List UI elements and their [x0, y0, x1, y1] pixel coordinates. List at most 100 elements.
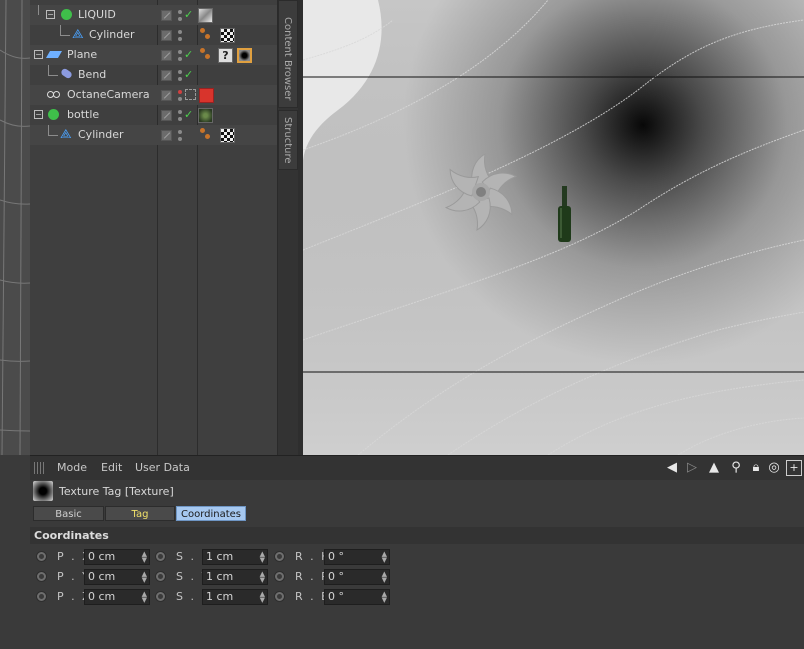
- layer-dot-icon[interactable]: [178, 137, 182, 141]
- editor-visibility-toggle[interactable]: [161, 30, 172, 41]
- texture-tag-icon[interactable]: [198, 8, 213, 23]
- phong-tag-icon[interactable]: [200, 28, 212, 43]
- object-row-cylinder[interactable]: ⟁ Cylinder: [30, 25, 277, 45]
- target-icon[interactable]: ◎: [766, 460, 782, 476]
- texture-tag-icon[interactable]: [237, 48, 252, 63]
- layer-dot-icon[interactable]: [178, 70, 182, 74]
- layer-dot-icon[interactable]: [178, 90, 182, 94]
- panel-grip-icon[interactable]: [34, 462, 46, 474]
- rotation-h-field[interactable]: 0 ° ▲ ▼: [324, 549, 390, 565]
- object-row-bend[interactable]: Bend ✓: [30, 65, 277, 85]
- object-name[interactable]: LIQUID: [78, 8, 116, 21]
- object-row-bottle[interactable]: − bottle ✓: [30, 105, 277, 125]
- phong-tag-icon[interactable]: [200, 48, 212, 63]
- editor-visibility-toggle[interactable]: [161, 50, 172, 61]
- material-tag-icon[interactable]: [220, 128, 235, 143]
- animation-key-toggle[interactable]: [155, 551, 166, 562]
- layer-dot-icon[interactable]: [178, 130, 182, 134]
- editor-visibility-toggle[interactable]: [161, 10, 172, 21]
- octane-camera-tag-icon[interactable]: [199, 88, 214, 103]
- animation-key-toggle[interactable]: [155, 591, 166, 602]
- object-name[interactable]: Bend: [78, 68, 106, 81]
- layer-dot-icon[interactable]: [178, 30, 182, 34]
- editor-visibility-toggle[interactable]: [161, 70, 172, 81]
- layer-dot-icon[interactable]: [178, 10, 182, 14]
- forward-arrow-icon[interactable]: ▷: [684, 460, 700, 476]
- tab-content-browser[interactable]: Content Browser: [278, 0, 298, 108]
- tab-structure[interactable]: Structure: [278, 110, 298, 170]
- pointer-up-icon[interactable]: ▲: [706, 460, 722, 476]
- enabled-check-icon[interactable]: ✓: [184, 108, 193, 121]
- tab-basic[interactable]: Basic: [33, 506, 104, 521]
- layer-dot-icon[interactable]: [178, 50, 182, 54]
- layer-dot-icon[interactable]: [178, 57, 182, 61]
- tab-tag[interactable]: Tag: [105, 506, 175, 521]
- editor-visibility-toggle[interactable]: [161, 110, 172, 121]
- spinner-arrows-icon[interactable]: ▲ ▼: [260, 591, 265, 604]
- field-value: 0 °: [328, 550, 344, 563]
- layer-dot-icon[interactable]: [178, 17, 182, 21]
- object-name[interactable]: Cylinder: [78, 128, 124, 141]
- render-viewport[interactable]: [298, 0, 804, 455]
- object-row-cylinder[interactable]: ⟁ Cylinder: [30, 125, 277, 145]
- lock-icon[interactable]: 🔒︎: [748, 460, 764, 476]
- object-row-plane[interactable]: − Plane ✓ ?: [30, 45, 277, 65]
- animation-key-toggle[interactable]: [274, 551, 285, 562]
- scale-z-field[interactable]: 1 cm ▲ ▼: [202, 589, 268, 605]
- spinner-arrows-icon[interactable]: ▲ ▼: [142, 551, 147, 564]
- animation-key-toggle[interactable]: [36, 551, 47, 562]
- layer-dot-icon[interactable]: [178, 117, 182, 121]
- spinner-arrows-icon[interactable]: ▲ ▼: [260, 551, 265, 564]
- phong-tag-icon[interactable]: [200, 128, 212, 143]
- new-panel-icon[interactable]: +: [786, 460, 802, 476]
- enabled-check-icon[interactable]: ✓: [184, 68, 193, 81]
- spinner-arrows-icon[interactable]: ▲ ▼: [382, 591, 387, 604]
- target-tag-icon[interactable]: [185, 89, 196, 100]
- material-tag-icon[interactable]: [220, 28, 235, 43]
- object-name[interactable]: Plane: [67, 48, 97, 61]
- tab-coordinates[interactable]: Coordinates: [176, 506, 246, 521]
- editor-visibility-toggle[interactable]: [161, 90, 172, 101]
- position-z-field[interactable]: 0 cm ▲ ▼: [84, 589, 150, 605]
- rotation-p-field[interactable]: 0 ° ▲ ▼: [324, 569, 390, 585]
- scale-x-field[interactable]: 1 cm ▲ ▼: [202, 549, 268, 565]
- layer-dot-icon[interactable]: [178, 110, 182, 114]
- spinner-arrows-icon[interactable]: ▲ ▼: [382, 551, 387, 564]
- collapse-toggle-icon[interactable]: −: [34, 110, 43, 119]
- position-x-field[interactable]: 0 cm ▲ ▼: [84, 549, 150, 565]
- position-y-field[interactable]: 0 cm ▲ ▼: [84, 569, 150, 585]
- object-name[interactable]: OctaneCamera: [67, 88, 150, 101]
- animation-key-toggle[interactable]: [36, 571, 47, 582]
- object-name[interactable]: bottle: [67, 108, 99, 121]
- animation-key-toggle[interactable]: [274, 571, 285, 582]
- layer-dot-icon[interactable]: [178, 97, 182, 101]
- object-row-octanecamera[interactable]: OctaneCamera: [30, 85, 277, 105]
- enabled-check-icon[interactable]: ✓: [184, 48, 193, 61]
- menu-mode[interactable]: Mode: [57, 461, 87, 474]
- rotation-b-field[interactable]: 0 ° ▲ ▼: [324, 589, 390, 605]
- unknown-tag-icon[interactable]: ?: [218, 48, 233, 63]
- spinner-arrows-icon[interactable]: ▲ ▼: [142, 571, 147, 584]
- object-name[interactable]: Cylinder: [89, 28, 135, 41]
- left-viewport[interactable]: [0, 0, 30, 455]
- editor-visibility-toggle[interactable]: [161, 130, 172, 141]
- object-row-liquid[interactable]: − LIQUID ✓: [30, 5, 277, 25]
- spinner-arrows-icon[interactable]: ▲ ▼: [260, 571, 265, 584]
- animation-key-toggle[interactable]: [274, 591, 285, 602]
- enabled-check-icon[interactable]: ✓: [184, 8, 193, 21]
- collapse-toggle-icon[interactable]: −: [34, 50, 43, 59]
- menu-user-data[interactable]: User Data: [135, 461, 190, 474]
- animation-key-toggle[interactable]: [36, 591, 47, 602]
- animation-key-toggle[interactable]: [155, 571, 166, 582]
- texture-tag-icon[interactable]: [198, 108, 213, 123]
- back-arrow-icon[interactable]: ◀: [664, 460, 680, 476]
- spinner-arrows-icon[interactable]: ▲ ▼: [142, 591, 147, 604]
- object-manager[interactable]: − LIQUID ✓ ⟁ Cylinder − Plane ✓ ? Bend ✓…: [30, 0, 278, 455]
- layer-dot-icon[interactable]: [178, 77, 182, 81]
- search-icon[interactable]: ⚲: [728, 460, 744, 476]
- spinner-arrows-icon[interactable]: ▲ ▼: [382, 571, 387, 584]
- layer-dot-icon[interactable]: [178, 37, 182, 41]
- menu-edit[interactable]: Edit: [101, 461, 122, 474]
- scale-y-field[interactable]: 1 cm ▲ ▼: [202, 569, 268, 585]
- collapse-toggle-icon[interactable]: −: [46, 10, 55, 19]
